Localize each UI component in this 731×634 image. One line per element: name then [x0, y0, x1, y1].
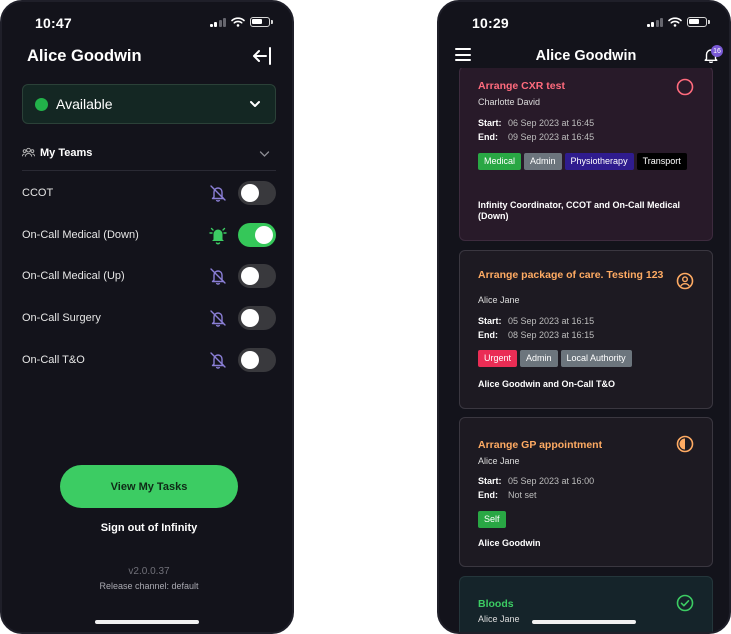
release-channel: Release channel: default [99, 581, 199, 591]
task-assignees: Infinity Coordinator, CCOT and On-Call M… [478, 200, 681, 221]
team-name: On-Call Medical (Up) [22, 270, 125, 282]
logout-icon[interactable] [252, 47, 272, 65]
task-end: End: 09 Sep 2023 at 16:45 [478, 132, 595, 142]
bell-ringing-icon[interactable] [208, 225, 228, 245]
task-tags: Medical Admin Physiotherapy Transport [478, 153, 698, 170]
tag-self: Self [478, 511, 506, 528]
task-patient: Alice Jane [478, 456, 520, 466]
team-name: On-Call Medical (Down) [22, 229, 139, 241]
tag-urgent: Urgent [478, 350, 518, 367]
chevron-down-icon [250, 101, 260, 107]
tag-physiotherapy: Physiotherapy [564, 153, 634, 170]
team-row-ccot: CCOT [22, 180, 276, 206]
battery-icon [250, 17, 273, 27]
user-circle-icon[interactable] [676, 272, 694, 290]
availability-select[interactable]: Available [22, 84, 276, 124]
status-icons [646, 17, 710, 27]
status-bar: 10:47 [2, 2, 292, 44]
half-circle-icon[interactable] [676, 435, 694, 453]
task-title: Bloods [478, 598, 514, 610]
page-title: Alice Goodwin [27, 47, 142, 65]
tag-transport: Transport [636, 153, 687, 170]
chevron-down-icon [259, 151, 270, 157]
notification-count-badge: 16 [711, 45, 723, 57]
tag-admin: Admin [524, 153, 562, 170]
signal-icon [646, 17, 663, 27]
task-end: End: Not set [478, 490, 537, 500]
tag-medical: Medical [478, 153, 522, 170]
status-icons [209, 17, 273, 27]
team-name: CCOT [22, 187, 54, 199]
task-card[interactable]: Arrange CXR test Charlotte David Start: 0… [459, 66, 713, 241]
task-card[interactable]: Bloods Alice Jane [459, 576, 713, 632]
team-toggle[interactable] [238, 223, 276, 247]
status-time: 10:29 [472, 15, 509, 31]
people-icon [22, 147, 35, 157]
availability-dot [35, 97, 48, 111]
home-indicator [532, 620, 636, 624]
my-teams-header[interactable]: My Teams [22, 145, 276, 171]
task-tags: Self [478, 511, 698, 528]
check-circle-icon[interactable] [676, 594, 694, 612]
page-title: Alice Goodwin [535, 48, 637, 64]
team-row-on-call-t-and-o: On-Call T&O [22, 347, 276, 373]
team-name: On-Call Surgery [22, 312, 101, 324]
status-bar: 10:29 [439, 2, 729, 44]
task-start: Start: 05 Sep 2023 at 16:00 [478, 476, 595, 486]
view-my-tasks-button[interactable]: View My Tasks [60, 465, 238, 508]
team-name: On-Call T&O [22, 354, 85, 366]
task-patient: Charlotte David [478, 97, 541, 107]
status-time: 10:47 [35, 15, 72, 31]
task-assignees: Alice Goodwin and On-Call T&O [478, 379, 616, 389]
task-start: Start: 05 Sep 2023 at 16:15 [478, 316, 595, 326]
my-teams-label: My Teams [40, 147, 93, 159]
task-card[interactable]: Arrange package of care. Testing 123 Ali… [459, 250, 713, 409]
battery-icon [687, 17, 710, 27]
team-row-on-call-medical-up: On-Call Medical (Up) [22, 263, 276, 289]
availability-label: Available [56, 96, 113, 112]
tasks-screen: Arrange CXR test Charlotte David Start: 0… [437, 0, 731, 634]
team-settings-screen: 10:47 Alice Goodwin Available My Teams C… [0, 0, 294, 634]
bell-off-icon[interactable] [208, 308, 228, 328]
task-patient: Alice Jane [478, 295, 520, 305]
team-toggle[interactable] [238, 348, 276, 372]
home-indicator [95, 620, 199, 624]
team-toggle[interactable] [238, 306, 276, 330]
bell-off-icon[interactable] [208, 266, 228, 286]
sign-out-link[interactable]: Sign out of Infinity [2, 522, 292, 534]
task-tags: Urgent Admin Local Authority [478, 350, 698, 367]
task-end: End: 08 Sep 2023 at 16:15 [478, 330, 595, 340]
wifi-icon [231, 17, 245, 27]
team-toggle[interactable] [238, 264, 276, 288]
task-card[interactable]: Arrange GP appointment Alice Jane Start:… [459, 417, 713, 567]
team-toggle[interactable] [238, 181, 276, 205]
wifi-icon [668, 17, 682, 27]
bell-off-icon[interactable] [208, 183, 228, 203]
task-title: Arrange GP appointment [478, 439, 603, 451]
signal-icon [209, 17, 226, 27]
task-start: Start: 06 Sep 2023 at 16:45 [478, 118, 595, 128]
task-title: Arrange CXR test [478, 80, 565, 92]
tag-admin: Admin [520, 350, 558, 367]
task-assignees: Alice Goodwin [478, 538, 541, 548]
task-patient: Alice Jane [478, 614, 520, 624]
empty-circle-icon[interactable] [676, 78, 694, 96]
task-title: Arrange package of care. Testing 123 [478, 269, 664, 281]
app-version: v2.0.0.37 [128, 566, 170, 577]
team-row-on-call-surgery: On-Call Surgery [22, 305, 276, 331]
tag-local-authority: Local Authority [560, 350, 632, 367]
team-row-on-call-medical-down: On-Call Medical (Down) [22, 222, 276, 248]
bell-off-icon[interactable] [208, 350, 228, 370]
